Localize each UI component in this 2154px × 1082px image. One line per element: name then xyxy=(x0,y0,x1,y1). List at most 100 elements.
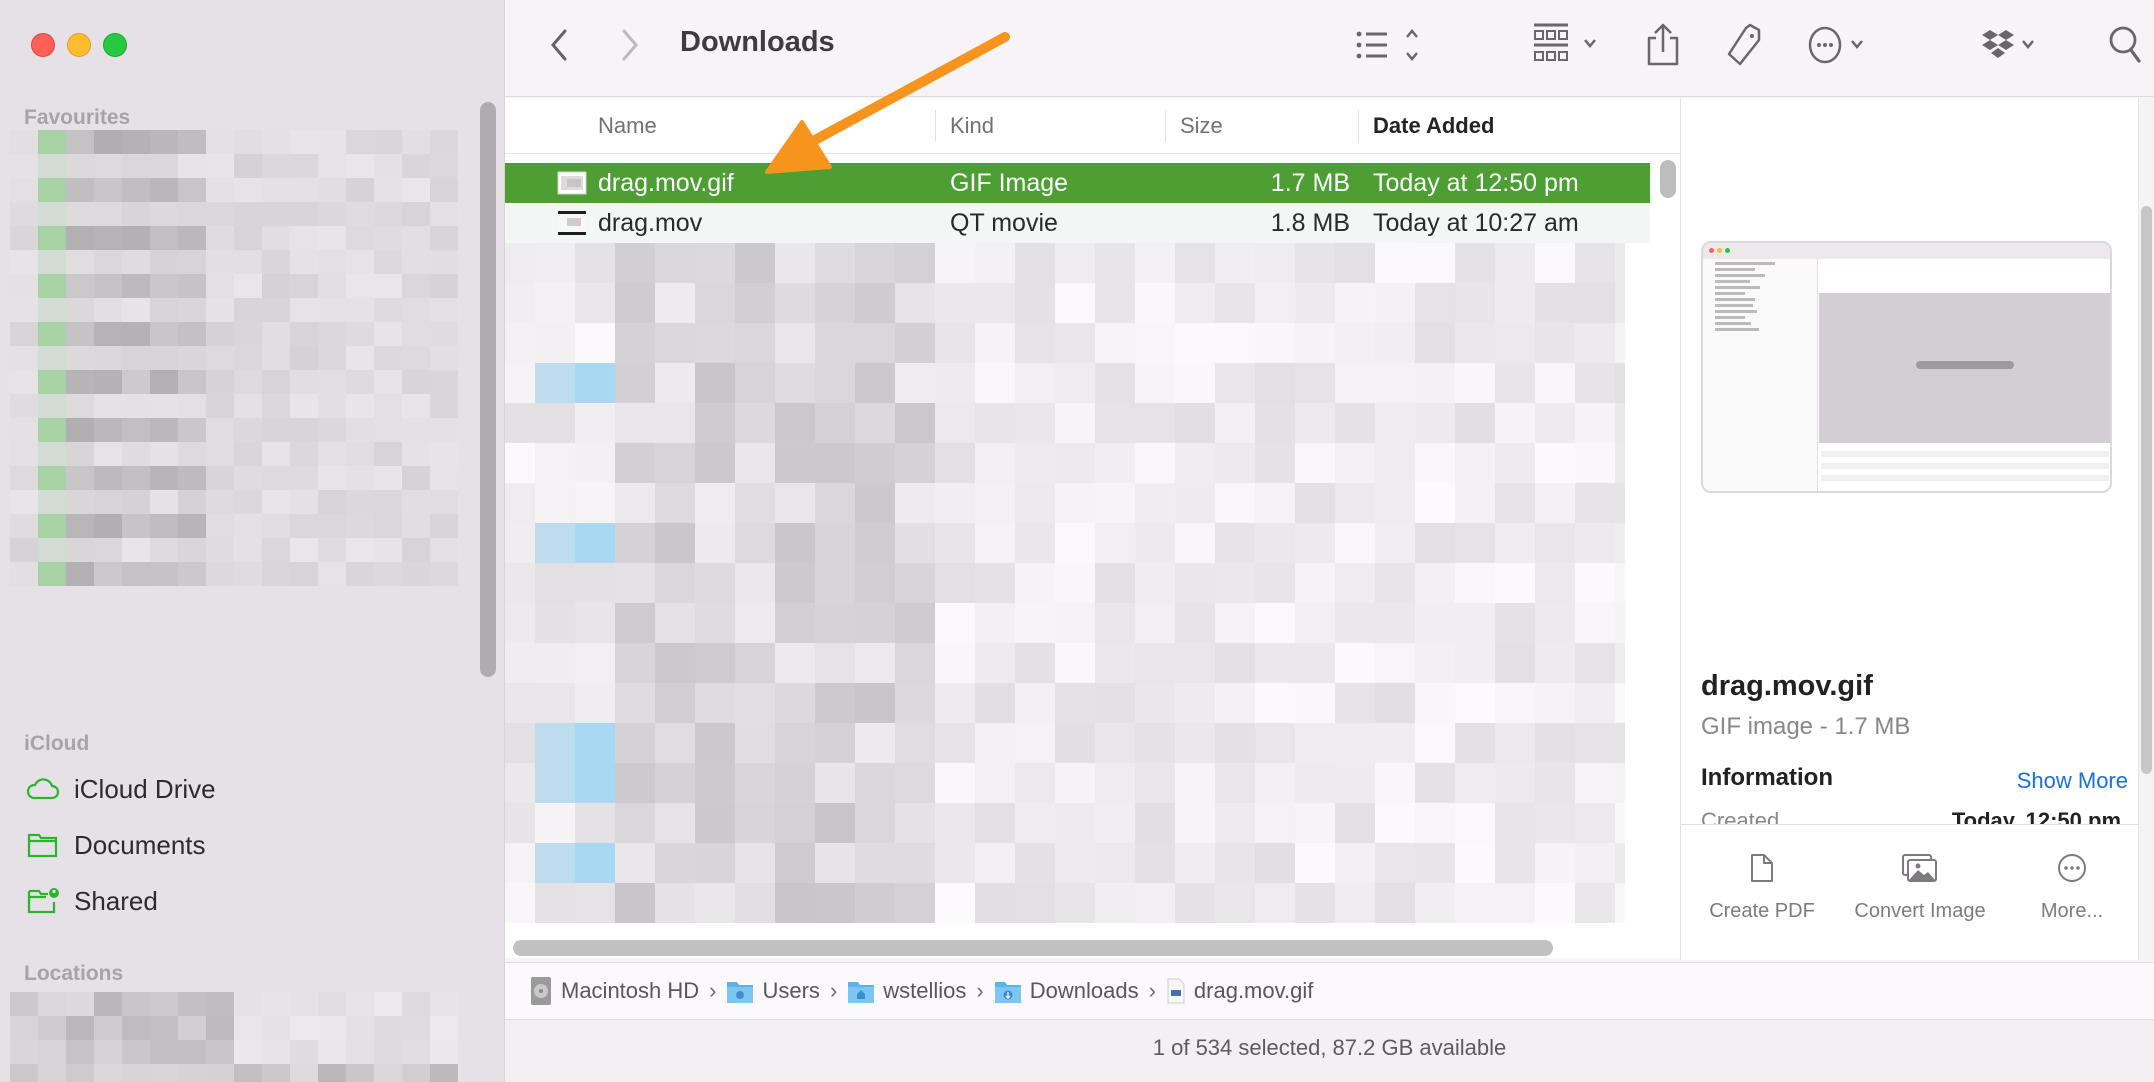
path-item-label: Users xyxy=(762,978,820,1003)
sidebar-item-label: iCloud Drive xyxy=(74,773,216,804)
file-date-added: Today at 10:27 am xyxy=(1373,209,1579,237)
gif-file-icon xyxy=(557,171,587,195)
folder-icon xyxy=(27,833,58,858)
chevron-right-icon xyxy=(622,29,638,61)
preview-file-name: drag.mov.gif xyxy=(1701,670,1873,702)
create-pdf-button[interactable]: Create PDF xyxy=(1687,853,1837,925)
group-button[interactable] xyxy=(1532,22,1602,68)
back-button[interactable] xyxy=(539,25,579,65)
column-header-date-added[interactable]: Date Added xyxy=(1373,98,1494,154)
blurred-row xyxy=(505,643,1645,683)
created-label: Created xyxy=(1701,808,1780,824)
dropbox-icon xyxy=(1982,30,2034,58)
preview-scrollbar-track[interactable] xyxy=(2138,98,2154,960)
column-header-size[interactable]: Size xyxy=(1180,98,1223,154)
blurred-row xyxy=(505,443,1645,483)
blurred-row xyxy=(505,723,1645,763)
show-more-link[interactable]: Show More xyxy=(2017,768,2128,794)
sidebar-scrollbar[interactable] xyxy=(480,102,496,677)
blurred-row xyxy=(505,523,1645,563)
blurred-row xyxy=(505,283,1645,323)
sidebar: Favourites iCloud iCloud Drive Documents… xyxy=(0,0,505,1082)
more-label: More... xyxy=(2040,900,2104,922)
column-divider[interactable] xyxy=(935,110,936,142)
column-divider[interactable] xyxy=(1358,110,1359,142)
blurred-row xyxy=(505,603,1645,643)
path-item-file[interactable]: drag.mov.gif xyxy=(1166,977,1313,1005)
file-row-selected[interactable]: drag.mov.gif GIF Image 1.7 MB Today at 1… xyxy=(505,163,1650,203)
blurred-sidebar-row xyxy=(10,1040,460,1064)
chevron-left-icon xyxy=(551,29,567,61)
path-item-downloads[interactable]: Downloads xyxy=(994,978,1139,1004)
finder-window: Favourites iCloud iCloud Drive Documents… xyxy=(0,0,2154,1082)
blurred-file-rows xyxy=(505,243,1645,933)
file-kind: GIF Image xyxy=(950,169,1069,197)
convert-image-label: Convert Image xyxy=(1854,900,1986,922)
file-name: drag.mov.gif xyxy=(598,169,734,197)
blurred-sidebar-row xyxy=(10,298,460,322)
path-separator: › xyxy=(709,978,717,1003)
path-separator: › xyxy=(1148,978,1156,1003)
window-title: Downloads xyxy=(680,26,835,58)
forward-button[interactable] xyxy=(610,25,650,65)
sidebar-item-shared[interactable]: Shared xyxy=(26,881,158,921)
column-divider[interactable] xyxy=(1165,110,1166,142)
created-value: Today, 12:50 pm xyxy=(1951,808,2121,824)
blurred-sidebar-row xyxy=(10,154,460,178)
minimize-window-button[interactable] xyxy=(67,33,91,57)
sidebar-heading-favourites: Favourites xyxy=(24,106,131,129)
file-list-vertical-scrollbar[interactable] xyxy=(1660,160,1676,198)
traffic-lights xyxy=(31,33,127,57)
gif-file-icon xyxy=(1167,978,1185,1004)
path-item-users[interactable]: Users xyxy=(726,978,820,1004)
file-size: 1.7 MB xyxy=(1270,169,1350,197)
preview-scrollbar-thumb[interactable] xyxy=(2141,206,2152,774)
file-list-horizontal-scrollbar[interactable] xyxy=(513,940,1553,956)
column-header-row: Name Kind Size Date Added xyxy=(505,98,1680,154)
view-options-button[interactable] xyxy=(1355,22,1425,68)
path-item-macintosh-hd[interactable]: Macintosh HD xyxy=(529,976,699,1006)
actions-button[interactable] xyxy=(1807,22,1873,68)
blurred-sidebar-row xyxy=(10,442,460,466)
path-item-label: Downloads xyxy=(1029,978,1139,1003)
sidebar-item-label: Documents xyxy=(74,829,206,860)
dropbox-button[interactable] xyxy=(1980,22,2046,68)
column-header-name[interactable]: Name xyxy=(598,98,657,154)
blurred-sidebar-row xyxy=(10,562,460,586)
preview-file-type: GIF image - 1.7 MB xyxy=(1701,713,1911,740)
sidebar-item-icloud-drive[interactable]: iCloud Drive xyxy=(26,769,216,809)
search-button[interactable] xyxy=(2108,22,2144,68)
sidebar-item-label: Shared xyxy=(74,885,158,916)
ellipsis-circle-icon xyxy=(2058,854,2086,882)
convert-image-button[interactable]: Convert Image xyxy=(1845,853,1995,925)
file-name: drag.mov xyxy=(598,209,703,237)
favourites-blurred-items xyxy=(10,130,460,586)
sidebar-item-documents[interactable]: Documents xyxy=(26,825,206,865)
locations-blurred-items xyxy=(10,992,460,1082)
share-button[interactable] xyxy=(1645,22,1681,68)
file-kind: QT movie xyxy=(950,209,1058,237)
toolbar: Downloads xyxy=(505,0,2154,97)
blurred-sidebar-row xyxy=(10,1016,460,1040)
blurred-row xyxy=(505,323,1645,363)
blurred-sidebar-row xyxy=(10,250,460,274)
folder-icon xyxy=(727,982,754,1003)
more-quick-actions-button[interactable]: More... xyxy=(1997,853,2147,925)
column-header-kind[interactable]: Kind xyxy=(950,98,994,154)
close-window-button[interactable] xyxy=(31,33,55,57)
tag-icon xyxy=(1727,23,1761,66)
file-row[interactable]: drag.mov QT movie 1.8 MB Today at 10:27 … xyxy=(505,203,1650,243)
blurred-sidebar-row xyxy=(10,202,460,226)
blurred-row xyxy=(505,563,1645,603)
blurred-sidebar-row xyxy=(10,322,460,346)
blurred-row xyxy=(505,683,1645,723)
blurred-row xyxy=(505,363,1645,403)
path-item-home[interactable]: wstellios xyxy=(847,978,966,1004)
zoom-window-button[interactable] xyxy=(103,33,127,57)
photos-icon xyxy=(1902,854,1937,882)
blurred-sidebar-row xyxy=(10,514,460,538)
preview-thumbnail xyxy=(1701,241,2112,493)
share-icon xyxy=(1647,23,1679,66)
blurred-sidebar-row xyxy=(10,370,460,394)
tags-button[interactable] xyxy=(1725,22,1767,68)
